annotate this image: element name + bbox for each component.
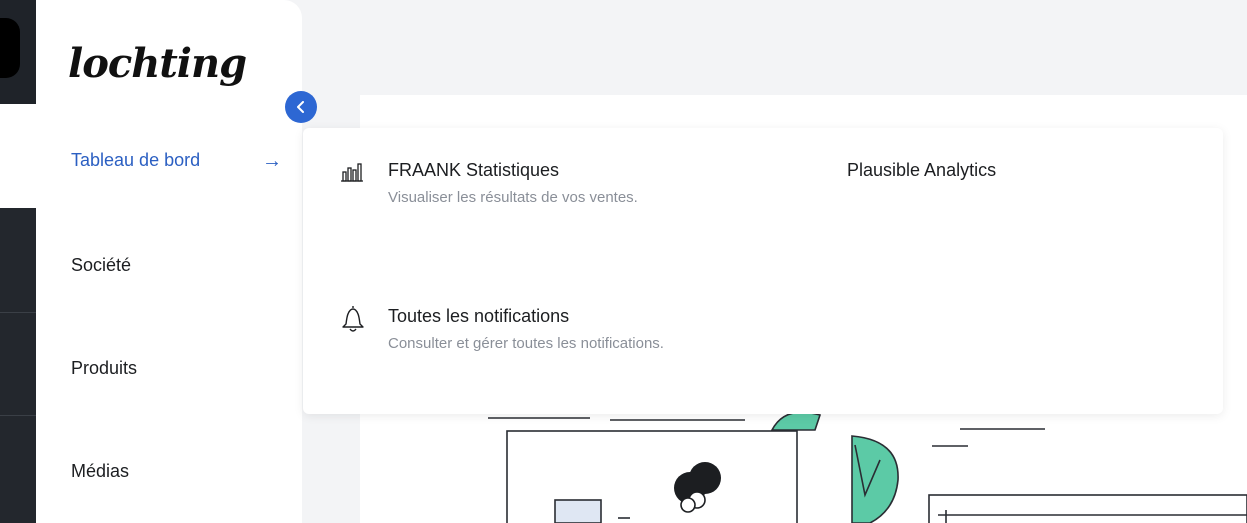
dashboard-submenu: FRAANK Statistiques Visualiser les résul… (303, 128, 1223, 414)
sidebar: lochting Tableau de bord → Société Produ… (36, 0, 302, 523)
chevron-left-icon (297, 101, 304, 113)
collapse-sidebar-button[interactable] (285, 91, 317, 123)
sidebar-item-societe[interactable]: Société (71, 255, 131, 276)
dashboard-illustration (488, 411, 1247, 523)
rail-gap (0, 104, 36, 208)
sidebar-item-tableau-de-bord[interactable]: Tableau de bord (71, 150, 200, 171)
sidebar-item-medias[interactable]: Médias (71, 461, 129, 482)
lochting-logo[interactable]: lochting (68, 40, 247, 87)
app-rail (0, 0, 36, 523)
menu-item-title: Toutes les notifications (388, 306, 570, 326)
menu-item-title: Plausible Analytics (847, 160, 997, 180)
arrow-right-icon: → (262, 150, 282, 172)
bar-chart-icon (341, 163, 363, 182)
menu-item-description: Consulter et gérer toutes les notificati… (388, 335, 664, 352)
rail-pill-button[interactable] (0, 18, 20, 78)
bell-icon (342, 306, 364, 332)
menu-item-title: FRAANK Statistiques (388, 160, 560, 180)
menu-item-plausible-analytics[interactable]: Plausible Analytics (847, 160, 996, 181)
menu-item-description: Visualiser les résultats de vos ventes. (388, 189, 638, 206)
rail-divider (0, 415, 36, 416)
rail-divider (0, 312, 36, 313)
sidebar-item-produits[interactable]: Produits (71, 358, 137, 379)
